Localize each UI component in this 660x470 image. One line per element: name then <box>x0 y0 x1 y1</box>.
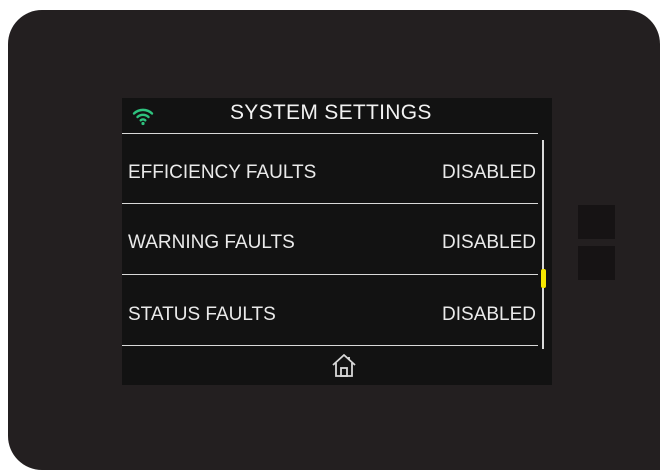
divider <box>122 203 538 204</box>
home-icon[interactable] <box>330 351 358 379</box>
setting-label: EFFICIENCY FAULTS <box>128 162 317 183</box>
divider <box>122 133 538 134</box>
divider <box>122 345 538 346</box>
scrollbar-thumb[interactable] <box>541 269 546 288</box>
setting-label: STATUS FAULTS <box>128 304 276 325</box>
setting-row-status-faults[interactable]: STATUS FAULTS DISABLED <box>122 296 538 336</box>
setting-row-warning-faults[interactable]: WARNING FAULTS DISABLED <box>122 224 538 264</box>
side-button-upper[interactable] <box>578 205 615 239</box>
setting-row-efficiency-faults[interactable]: EFFICIENCY FAULTS DISABLED <box>122 154 538 194</box>
scrollbar[interactable] <box>541 140 546 349</box>
wifi-icon <box>132 108 154 126</box>
setting-value: DISABLED <box>442 304 536 325</box>
setting-value: DISABLED <box>442 162 536 183</box>
side-button-lower[interactable] <box>578 246 615 280</box>
divider <box>122 274 538 275</box>
title-bar: SYSTEM SETTINGS <box>122 98 546 134</box>
setting-value: DISABLED <box>442 232 536 253</box>
page-title: SYSTEM SETTINGS <box>230 101 432 124</box>
setting-label: WARNING FAULTS <box>128 232 295 253</box>
display-screen: SYSTEM SETTINGS EFFICIENCY FAULTS DISABL… <box>122 98 552 385</box>
